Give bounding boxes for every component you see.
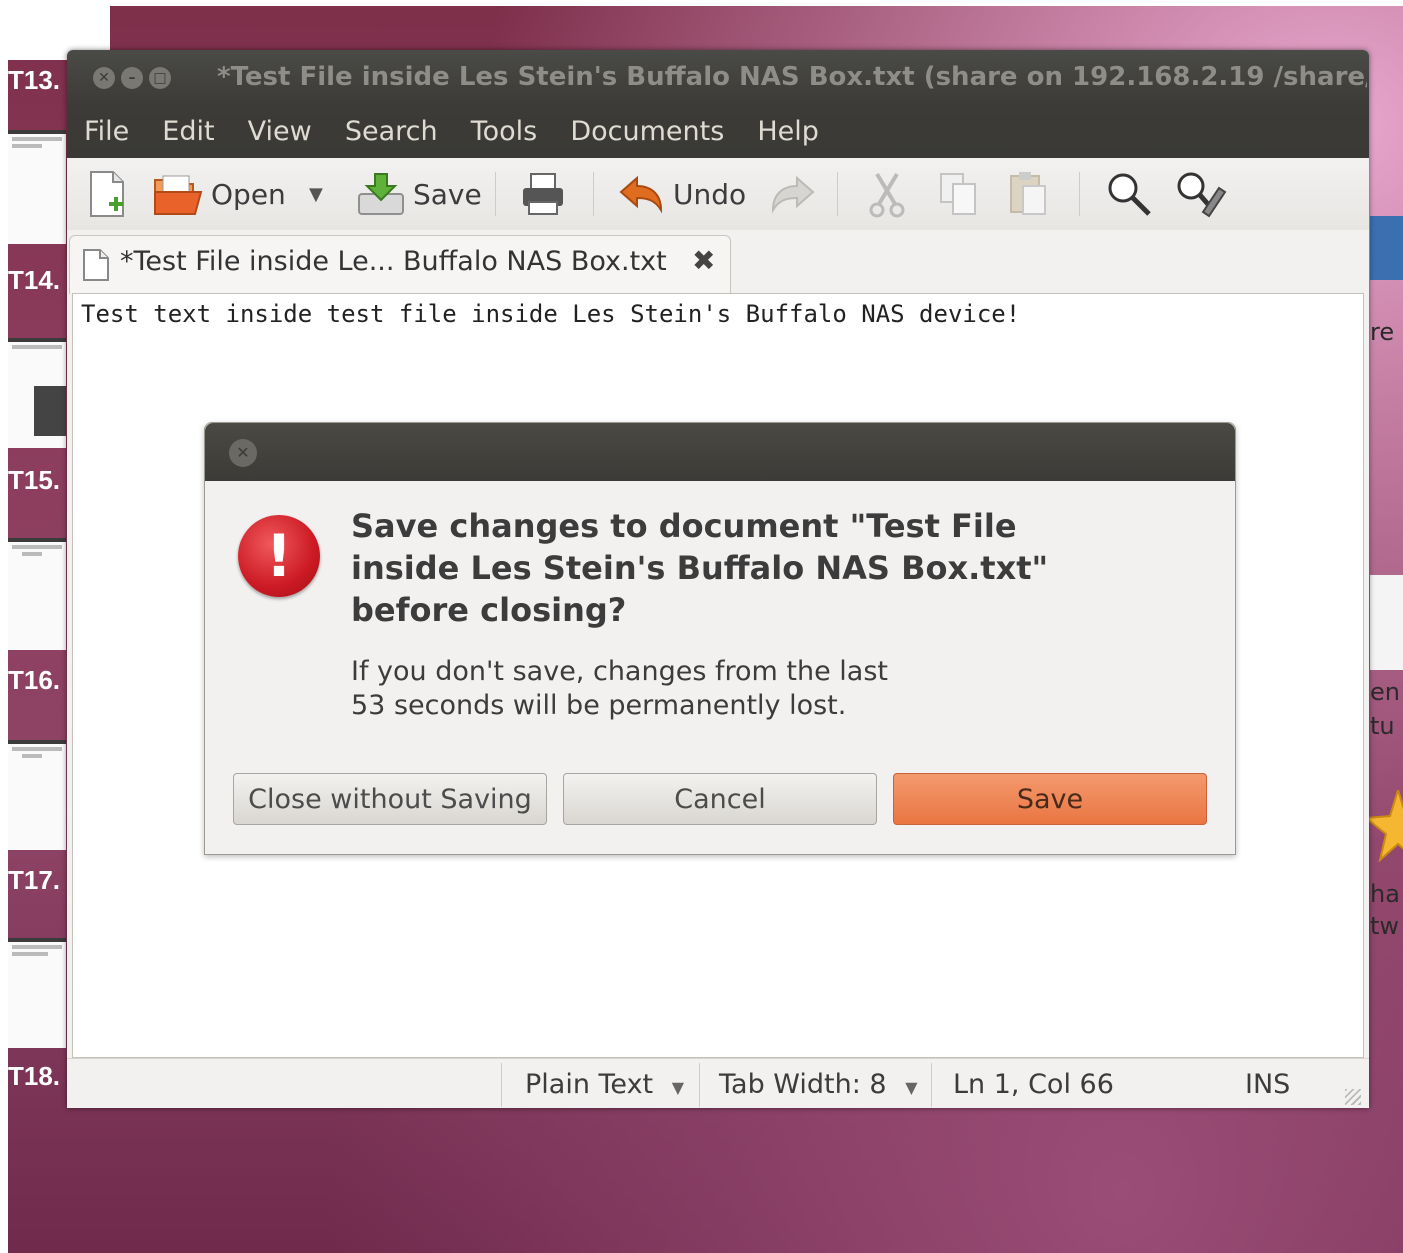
- dialog-message-line: If you don't save, changes from the last: [351, 656, 888, 687]
- desktop-icon-label-fragment: tu: [1370, 712, 1395, 740]
- desktop-icon-label-fragment: tw: [1370, 912, 1400, 940]
- toolbar-separator: [593, 172, 594, 216]
- save-icon: [358, 173, 404, 215]
- strip-label: T18.: [8, 1062, 61, 1090]
- screen-left-margin: [0, 0, 8, 1253]
- document-tab[interactable]: *Test File inside Le... Buffalo NAS Box.…: [69, 235, 731, 294]
- dialog-titlebar[interactable]: ✕: [205, 423, 1235, 481]
- menu-help[interactable]: Help: [757, 106, 819, 158]
- close-window-icon[interactable]: ✕: [93, 67, 115, 89]
- save-toolbar-button[interactable]: Save: [357, 168, 482, 220]
- editor-content[interactable]: Test text inside test file inside Les St…: [81, 294, 1020, 334]
- save-changes-dialog: ✕ ! Save changes to document "Test File …: [204, 422, 1236, 855]
- warning-icon: !: [238, 515, 320, 597]
- close-dialog-icon[interactable]: ✕: [229, 439, 257, 467]
- find-replace-button[interactable]: [1175, 168, 1227, 220]
- strip-thumbnail[interactable]: [8, 740, 66, 850]
- redo-icon: [771, 175, 815, 214]
- tab-width-label: Tab Width: 8: [719, 1069, 887, 1100]
- status-divider: [501, 1063, 502, 1107]
- printer-icon: [523, 173, 563, 215]
- screen-top-margin: [0, 0, 1403, 6]
- dialog-heading: Save changes to document "Test File insi…: [351, 507, 1049, 629]
- strip-label: T17.: [8, 866, 61, 894]
- desktop-icon-label-fragment: re: [1370, 318, 1395, 346]
- insert-mode: INS: [1245, 1069, 1291, 1100]
- strip-label: T16.: [8, 666, 61, 694]
- document-tabbar: *Test File inside Le... Buffalo NAS Box.…: [67, 230, 1369, 294]
- cancel-button[interactable]: Cancel: [563, 773, 877, 825]
- strip-thumbnail[interactable]: [8, 338, 66, 448]
- undo-button[interactable]: Undo: [617, 168, 746, 220]
- menu-search[interactable]: Search: [345, 106, 438, 158]
- strip-thumbnail[interactable]: [8, 130, 66, 244]
- paste-button[interactable]: [1007, 168, 1051, 220]
- scissors-icon: [869, 172, 905, 218]
- menubar: File Edit View Search Tools Documents He…: [67, 106, 1369, 158]
- open-recent-dropdown[interactable]: ▼: [309, 168, 323, 220]
- document-tab-label: *Test File inside Le... Buffalo NAS Box.…: [120, 246, 667, 277]
- status-divider: [931, 1063, 932, 1107]
- strip-label: T15.: [8, 466, 61, 494]
- toolbar-separator: [1079, 172, 1080, 216]
- copy-icon: [940, 173, 976, 215]
- copy-button[interactable]: [937, 168, 981, 220]
- language-label: Plain Text: [525, 1069, 654, 1100]
- menu-tools[interactable]: Tools: [471, 106, 538, 158]
- toolbar-separator: [495, 172, 496, 216]
- new-document-button[interactable]: [85, 168, 129, 220]
- window-titlebar[interactable]: ✕ – □ *Test File inside Les Stein's Buff…: [67, 50, 1369, 106]
- strip-thumbnail[interactable]: [8, 938, 66, 1048]
- folder-open-icon: [154, 175, 203, 215]
- open-button[interactable]: Open: [153, 168, 286, 220]
- desktop-icon-fragment[interactable]: [1370, 575, 1403, 670]
- redo-button[interactable]: [769, 168, 817, 220]
- statusbar: Plain Text ▼ Tab Width: 8 ▼ Ln 1, Col 66…: [67, 1058, 1369, 1108]
- new-document-icon: [90, 171, 124, 217]
- save-toolbar-label: Save: [413, 177, 482, 211]
- menu-edit[interactable]: Edit: [162, 106, 214, 158]
- close-without-saving-button[interactable]: Close without Saving: [233, 773, 547, 825]
- text-file-icon: [83, 249, 109, 281]
- open-label: Open: [211, 177, 286, 211]
- chevron-down-icon: ▼: [309, 183, 323, 205]
- minimize-window-icon[interactable]: –: [121, 67, 143, 89]
- resize-grip[interactable]: [1345, 1089, 1361, 1105]
- language-selector[interactable]: Plain Text ▼: [525, 1067, 684, 1103]
- find-button[interactable]: [1105, 168, 1153, 220]
- cursor-position: Ln 1, Col 66: [953, 1069, 1114, 1100]
- toolbar-separator: [837, 172, 838, 216]
- dialog-message-line: 53 seconds will be permanently lost.: [351, 690, 847, 721]
- menu-documents[interactable]: Documents: [570, 106, 724, 158]
- menu-file[interactable]: File: [84, 106, 129, 158]
- search-icon: [1108, 173, 1151, 216]
- chevron-down-icon: ▼: [671, 1078, 685, 1097]
- desktop-icon-label-fragment: en: [1370, 678, 1400, 706]
- undo-label: Undo: [673, 177, 747, 211]
- strip-thumbnail[interactable]: [8, 538, 66, 650]
- toolbar: Open ▼ Save Undo: [67, 158, 1369, 230]
- menu-view[interactable]: View: [248, 106, 312, 158]
- chevron-down-icon: ▼: [905, 1078, 918, 1097]
- paste-icon: [1010, 172, 1046, 215]
- desktop-icon-label-fragment: ha: [1370, 880, 1400, 908]
- undo-icon: [619, 175, 663, 214]
- strip-label: T13.: [8, 66, 61, 94]
- find-replace-icon: [1177, 172, 1227, 218]
- print-button[interactable]: [519, 168, 567, 220]
- cut-button[interactable]: [865, 168, 909, 220]
- status-divider: [699, 1063, 700, 1107]
- dialog-message: If you don't save, changes from the last…: [351, 655, 951, 723]
- tab-width-selector[interactable]: Tab Width: 8 ▼: [719, 1067, 918, 1103]
- star-icon[interactable]: [1363, 786, 1403, 863]
- desktop-icon-fragment[interactable]: [1370, 216, 1403, 280]
- strip-label: T14.: [8, 266, 61, 294]
- window-title: *Test File inside Les Stein's Buffalo NA…: [217, 62, 1367, 92]
- close-tab-icon[interactable]: ✖: [692, 244, 715, 277]
- save-button[interactable]: Save: [893, 773, 1207, 825]
- maximize-window-icon[interactable]: □: [149, 67, 171, 89]
